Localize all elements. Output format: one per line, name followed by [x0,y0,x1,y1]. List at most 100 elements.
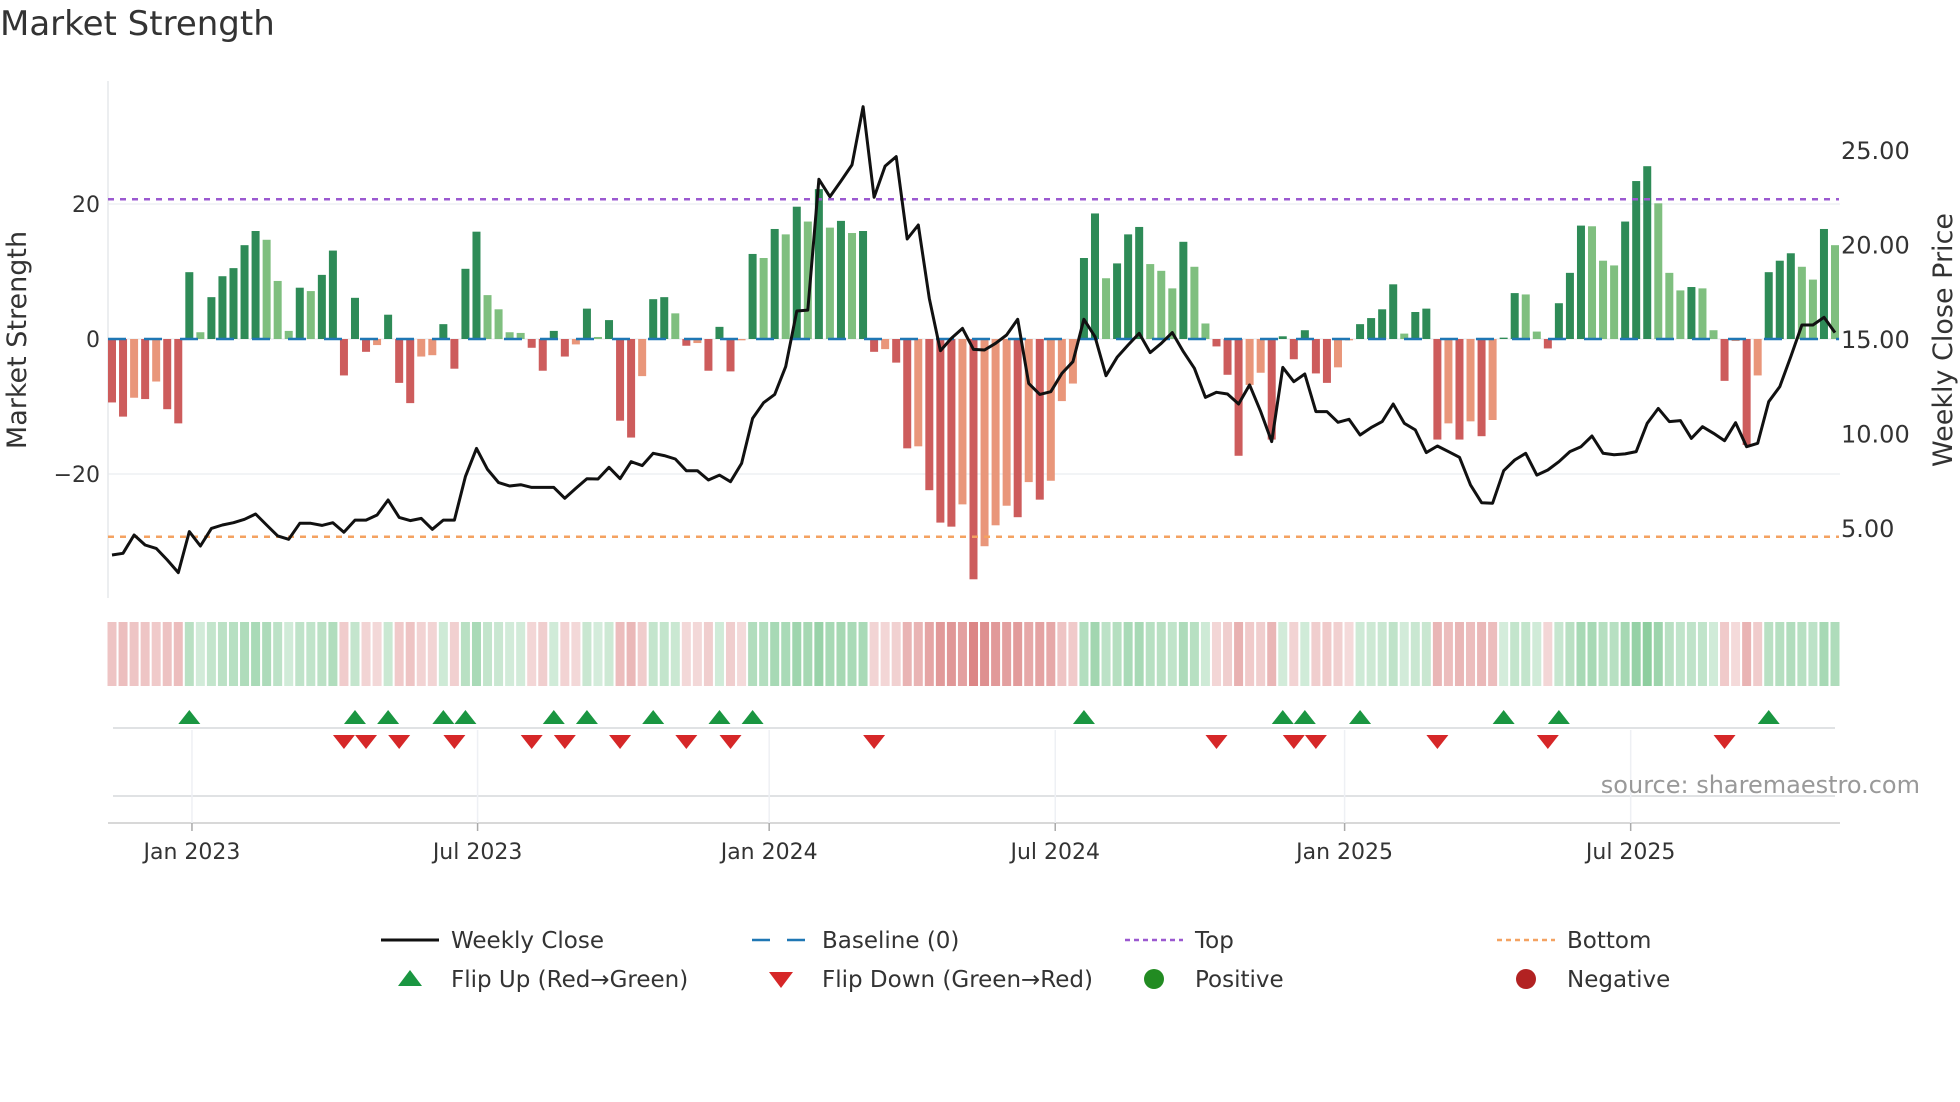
strength-bar [627,339,636,438]
strength-bar [1378,309,1387,339]
legend-label: Weekly Close [451,928,604,954]
strength-bar [417,339,426,357]
y-axis-label: Market Strength [2,231,33,449]
flip-down-marker [1426,735,1449,749]
flip-down-marker [388,735,411,749]
strength-bar [991,339,1000,526]
y-tick-label: 0 [86,328,100,353]
strength-bar [903,339,912,449]
heatmap-cell [1366,622,1376,686]
strength-bar [395,339,404,383]
strength-bar [671,313,680,339]
source-label: source: sharemaestro.com [1601,771,1920,799]
strength-bar [295,287,304,339]
heatmap-cell [1565,622,1575,686]
heatmap-cell [1068,622,1078,686]
heatmap-cell [781,622,791,686]
y2-tick-label: 20.00 [1841,232,1910,260]
strength-bar [1654,203,1663,339]
legend-item-negative: Negative [1516,967,1670,993]
heatmap-cell [1267,622,1277,686]
flip-down-marker [355,735,378,749]
strength-bar [317,274,326,339]
flip-up-marker [377,710,400,724]
heatmap-cell [372,622,382,686]
strength-bar [958,339,967,505]
strength-bar [770,228,779,339]
strength-bar [1289,339,1298,360]
strength-bar [538,339,547,371]
y2-tick-label: 25.00 [1841,137,1910,165]
heatmap-cell [1223,622,1233,686]
heatmap-cell [1112,622,1122,686]
strength-bar [969,339,978,580]
strength-bar [1576,225,1585,339]
heatmap-cell [1742,622,1752,686]
heatmap-cell [1123,622,1133,686]
strength-bar [1687,287,1696,339]
heatmap-cell [339,622,349,686]
strength-bar [936,339,945,523]
heatmap-cell [1720,622,1730,686]
strength-bar [1201,323,1210,339]
flip-down-marker [332,735,355,749]
heatmap-cell [1830,622,1840,686]
heatmap-cell [195,622,205,686]
strength-bar [1521,294,1530,339]
heatmap-cell [1145,622,1155,686]
heatmap-cell [1477,622,1487,686]
heatmap-cell [626,622,636,686]
heatmap-cell [1797,622,1807,686]
strength-bar [781,234,790,339]
heatmap-cell [1333,622,1343,686]
strength-bar [1333,339,1342,368]
heatmap-cell [1609,622,1619,686]
heatmap-cell [416,622,426,686]
heatmap-cell [1620,622,1630,686]
heatmap-cell [1786,622,1796,686]
strength-bar [848,233,857,339]
heatmap-cell [1289,622,1299,686]
heatmap-cell [980,622,990,686]
heatmap-cell [1598,622,1608,686]
heatmap-cell [328,622,338,686]
strength-bar [1135,226,1144,339]
heatmap-cell [1344,622,1354,686]
heatmap-cell [1211,622,1221,686]
heatmap-cell [714,622,724,686]
y2-tick-label: 10.00 [1841,421,1910,449]
flip-down-marker [1205,735,1228,749]
strength-bar [1444,339,1453,424]
strength-bar [1477,339,1486,437]
heatmap-cell [1764,622,1774,686]
strength-bar [715,326,724,339]
strength-bar [914,339,923,447]
legend-item-positive: Positive [1144,967,1284,993]
flip-down-marker [443,735,466,749]
flip-down-marker [609,735,632,749]
y-tick-label: −20 [54,463,100,488]
heatmap-cell [173,622,183,686]
heatmap-cell [560,622,570,686]
strength-bar [1588,226,1597,339]
legend-item-top: Top [1125,928,1234,954]
strength-bar [328,250,337,339]
heatmap-cell [1675,622,1685,686]
triangle-down-icon [769,972,793,988]
legend-item-flip-down: Flip Down (Green→Red) [769,967,1093,993]
heatmap-cell [1300,622,1310,686]
strength-bar [439,324,448,339]
flip-down-marker [520,735,543,749]
strength-bar [229,268,238,339]
heatmap-cell [1808,622,1818,686]
heatmap-cell [1576,622,1586,686]
circle-icon [1144,969,1164,989]
heatmap-cell [405,622,415,686]
heatmap-cell [1101,622,1111,686]
heatmap-cell [505,622,515,686]
heatmap-cell [902,622,912,686]
heatmap-cell [394,622,404,686]
x-tick-label: Jan 2024 [719,840,818,865]
heatmap-cell [571,622,581,686]
flip-up-marker [1072,710,1095,724]
